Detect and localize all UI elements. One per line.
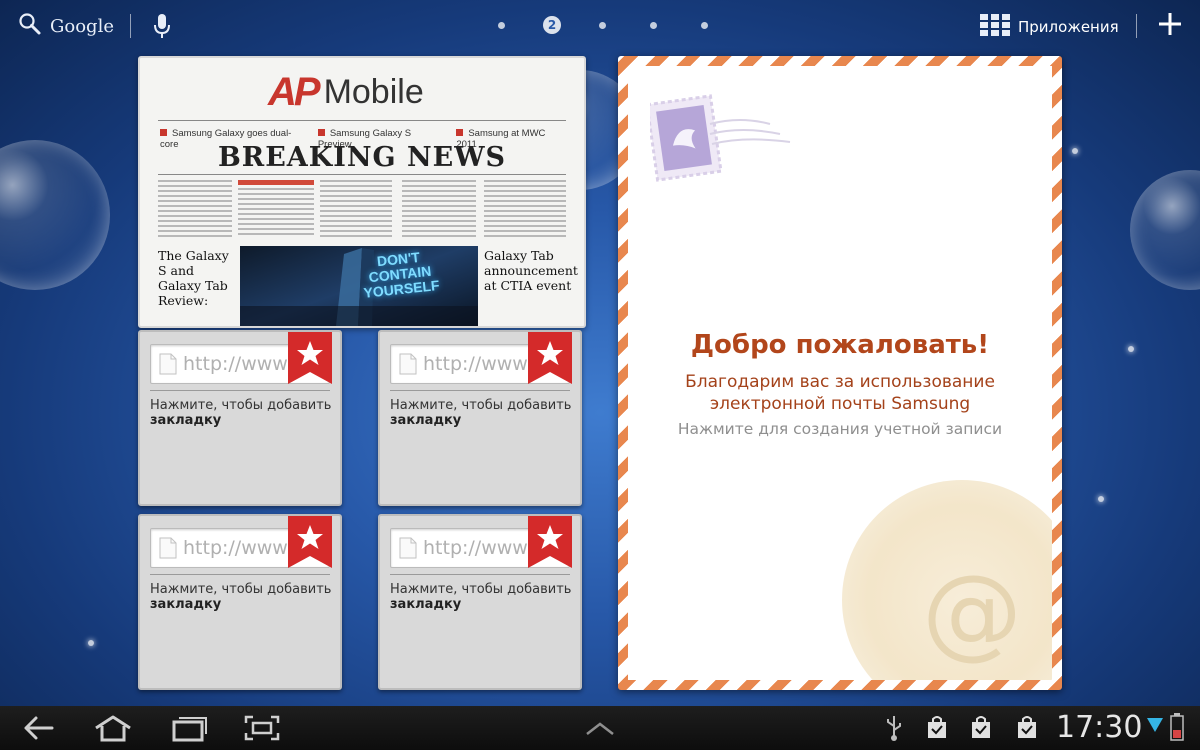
star-ribbon-icon: [288, 332, 332, 388]
bookmark-tile[interactable]: http://www Нажмите, чтобы добавить закла…: [378, 330, 582, 506]
bag-icon[interactable]: [926, 714, 948, 746]
bookmark-hint-bold: закладку: [390, 413, 462, 428]
divider: [1136, 14, 1137, 38]
envelope-body: @ Добро пожаловать! Благодарим вас за ис…: [628, 66, 1052, 680]
current-page-number: 2: [543, 16, 561, 34]
recent-apps-icon[interactable]: [170, 714, 208, 746]
bookmark-hint: Нажмите, чтобы добавить: [150, 582, 332, 597]
ap-logo-mark: AP: [268, 70, 321, 114]
google-search-widget[interactable]: Google: [18, 12, 114, 41]
article-text-block: [484, 180, 566, 240]
url-placeholder: http://www: [423, 537, 528, 559]
google-label: Google: [50, 16, 114, 37]
bookmark-hint-bold: закладку: [150, 413, 222, 428]
page-icon: [399, 537, 417, 563]
url-placeholder: http://www: [423, 353, 528, 375]
wallpaper-sparkle: [1098, 496, 1104, 502]
page-indicator: 2: [492, 16, 730, 34]
star-ribbon-icon: [288, 516, 332, 572]
divider: [130, 14, 131, 38]
apps-button[interactable]: Приложения: [980, 14, 1119, 40]
bookmark-tile[interactable]: http://www Нажмите, чтобы добавить закла…: [378, 514, 582, 690]
page-icon: [159, 353, 177, 379]
at-sign-icon: @: [922, 553, 1022, 670]
stamp-icon: [645, 94, 800, 188]
page-icon: [159, 537, 177, 563]
article-text-block: [402, 180, 476, 240]
welcome-subtitle: электронной почты Samsung: [709, 394, 971, 414]
bookmark-hint: Нажмите, чтобы добавить: [390, 582, 572, 597]
page-dot[interactable]: [650, 21, 657, 29]
divider: [390, 574, 570, 575]
search-icon: [18, 12, 42, 41]
back-icon[interactable]: [22, 714, 56, 746]
screenshot-icon[interactable]: [244, 714, 280, 746]
bookmark-hint-bold: закладку: [390, 597, 462, 612]
welcome-subtitle: Благодарим вас за использование: [685, 372, 995, 392]
up-chevron-icon[interactable]: [584, 714, 616, 746]
bag-check-icon[interactable]: [1016, 714, 1038, 746]
plus-icon[interactable]: [1156, 10, 1184, 42]
mic-icon[interactable]: [152, 12, 172, 44]
ap-logo: AP Mobile: [268, 70, 424, 115]
bookmark-tile[interactable]: http://www Нажмите, чтобы добавить закла…: [138, 330, 342, 506]
wallpaper-sparkle: [88, 640, 94, 646]
star-ribbon-icon: [528, 332, 572, 388]
ap-headline: BREAKING NEWS: [217, 142, 507, 173]
bookmark-hint-bold: закладку: [150, 597, 222, 612]
bag-check-icon[interactable]: [970, 714, 992, 746]
page-dot[interactable]: [498, 21, 505, 29]
article-text-block: [238, 180, 314, 238]
star-ribbon-icon: [528, 516, 572, 572]
article-title-left: The Galaxy S and Galaxy Tab Review:: [158, 248, 229, 308]
bookmark-hint: Нажмите, чтобы добавить: [150, 398, 332, 413]
divider: [150, 574, 330, 575]
home-icon[interactable]: [92, 714, 134, 746]
ap-mobile-widget[interactable]: AP Mobile Samsung Galaxy goes dual-core …: [138, 56, 586, 328]
ap-logo-text: Mobile: [323, 73, 424, 111]
bookmark-hint: Нажмите, чтобы добавить: [390, 398, 572, 413]
article-text-block: [158, 180, 232, 240]
wallpaper-sparkle: [1128, 346, 1134, 352]
page-dot[interactable]: [701, 21, 708, 29]
divider: [158, 120, 566, 121]
divider: [158, 174, 566, 175]
wallpaper-bubble: [0, 140, 110, 290]
wallpaper-bubble: [1130, 170, 1200, 290]
welcome-title: Добро пожаловать!: [690, 330, 990, 360]
create-account-hint[interactable]: Нажмите для создания учетной записи: [628, 420, 1052, 438]
page-dot[interactable]: [599, 21, 606, 29]
url-placeholder: http://www: [183, 353, 288, 375]
article-image: DON'T CONTAIN YOURSELF: [240, 246, 478, 326]
battery-icon: [1170, 712, 1184, 746]
home-top-bar: Google 2 Приложения: [0, 0, 1200, 52]
apps-grid-icon: [980, 14, 1010, 40]
bookmark-tile[interactable]: http://www Нажмите, чтобы добавить закла…: [138, 514, 342, 690]
article-title-right: Galaxy Tab announcement at CTIA event: [484, 248, 578, 293]
wallpaper-sparkle: [1072, 148, 1078, 154]
usb-icon[interactable]: [884, 714, 904, 746]
email-welcome-widget[interactable]: @ Добро пожаловать! Благодарим вас за ис…: [618, 56, 1062, 690]
divider: [390, 390, 570, 391]
system-bar: 17:30: [0, 706, 1200, 750]
status-clock[interactable]: 17:30: [1056, 710, 1142, 745]
wifi-icon: [1146, 716, 1164, 744]
apps-label: Приложения: [1018, 18, 1119, 36]
page-icon: [399, 353, 417, 379]
article-text-block: [320, 180, 392, 240]
divider: [150, 390, 330, 391]
url-placeholder: http://www: [183, 537, 288, 559]
